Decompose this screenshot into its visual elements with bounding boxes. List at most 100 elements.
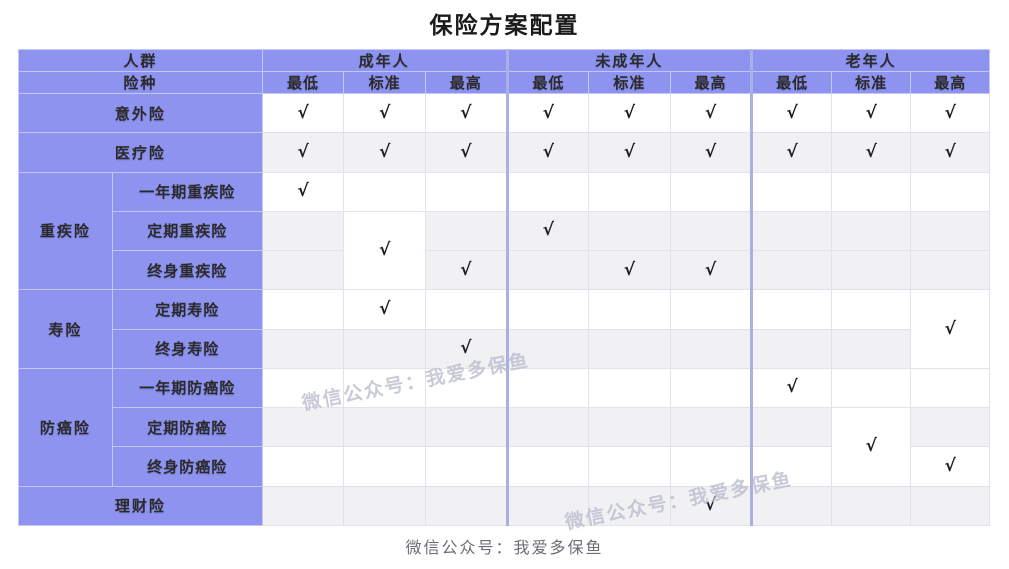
cell-r6-c7	[830, 328, 912, 369]
row-label-10: 理财险	[18, 485, 263, 527]
cell-r2-c3	[505, 171, 590, 212]
row-label-4: 终身重疾险	[111, 250, 263, 291]
cell-r2-c7	[830, 171, 912, 212]
row-label-0: 意外险	[18, 92, 263, 134]
table-row: 寿险 定期寿险 √ √	[18, 289, 990, 369]
cell-r6-c0	[261, 328, 345, 369]
cell-r8-c3	[505, 407, 590, 448]
header-minor-min: 最低	[505, 71, 590, 94]
cell-r7-c1	[343, 367, 426, 409]
cell-r9-c0	[261, 446, 345, 487]
check-icon: √	[944, 456, 956, 477]
cell-r5-c5	[669, 289, 753, 330]
cell-r3-c5	[669, 210, 753, 252]
cell-r5-c7	[830, 289, 912, 330]
cell-r8-c6	[750, 407, 832, 448]
check-icon: √	[460, 102, 472, 123]
page-title: 保险方案配置	[429, 12, 580, 38]
check-icon: √	[542, 102, 555, 123]
check-icon: √	[297, 141, 309, 162]
cell-r2-c5	[669, 171, 753, 212]
cell-r5-c2	[424, 289, 508, 330]
cell-r8-c7: √	[830, 407, 912, 487]
cell-r10-c7	[830, 485, 912, 527]
insurance-plan-table-container: 人群 成年人 未成年人 老年人 险种 最低 标准 最高 最低 标准 最高 最低 …	[18, 49, 990, 534]
cell-r4-c4: √	[588, 250, 671, 291]
cell-r6-c4	[588, 328, 671, 369]
cell-r2-c4	[588, 171, 671, 212]
cell-r8-c1	[343, 407, 426, 448]
table-row: 理财险 √	[18, 485, 990, 527]
header-corner-people: 人群	[18, 49, 263, 72]
row-label-6: 终身寿险	[111, 328, 263, 369]
check-icon: √	[623, 141, 636, 162]
cell-r7-c2	[424, 367, 508, 409]
cell-r0-c6: √	[750, 92, 832, 134]
cell-r5-c8: √	[910, 289, 990, 369]
cell-r0-c7: √	[830, 92, 912, 134]
header-group-adult: 成年人	[261, 49, 508, 72]
header-adult-max: 最高	[424, 71, 508, 94]
check-icon: √	[786, 141, 798, 162]
row-label-1: 医疗险	[18, 132, 263, 173]
table-row: 定期重疾险 √ √	[19, 210, 990, 291]
cell-r10-c8	[910, 485, 990, 527]
cell-r3-c3: √	[505, 210, 590, 252]
cell-r1-c0: √	[261, 132, 345, 173]
cell-r10-c4	[588, 485, 671, 527]
table-header-row-groups: 人群 成年人 未成年人 老年人	[18, 49, 990, 72]
check-icon: √	[542, 141, 555, 162]
cell-r1-c1: √	[343, 132, 426, 173]
cell-r10-c0	[261, 485, 345, 527]
cell-r8-c8	[910, 407, 990, 448]
cell-r4-c7	[830, 250, 912, 291]
cell-r0-c1: √	[343, 92, 426, 134]
check-icon: √	[865, 141, 877, 162]
cell-r5-c1: √	[343, 289, 426, 330]
cell-r5-c3	[505, 289, 590, 330]
check-icon: √	[786, 377, 798, 398]
table-body: 意外险 √ √ √ √ √ √ √ √ √ 医疗险 √ √ √ √ √ √ √ √ √ 重疾险 一年期重疾险 √ 定期重疾险 √…	[18, 92, 990, 527]
cell-r4-c2: √	[424, 250, 508, 291]
cell-r1-c7: √	[830, 132, 912, 173]
cell-r10-c5: √	[669, 485, 753, 527]
cell-r2-c6	[750, 171, 832, 212]
cell-r10-c3	[505, 485, 590, 527]
check-icon: √	[944, 318, 956, 339]
check-icon: √	[297, 102, 309, 123]
cell-r3-c0	[261, 210, 345, 252]
check-icon: √	[460, 259, 472, 280]
cell-r4-c0	[261, 250, 345, 291]
cell-r7-c7	[830, 367, 912, 409]
cell-r9-c4	[588, 446, 671, 487]
cell-r0-c0: √	[261, 92, 345, 134]
cell-r10-c6	[750, 485, 832, 527]
row-group-label-7: 防癌险	[18, 367, 113, 487]
row-label-9: 终身防癌险	[111, 446, 263, 487]
row-group-label-2: 重疾险	[18, 171, 113, 291]
check-icon: √	[378, 298, 391, 319]
cell-r4-c3	[505, 250, 590, 291]
cell-r9-c2	[424, 446, 508, 487]
cell-r0-c2: √	[424, 92, 508, 134]
check-icon: √	[623, 102, 636, 123]
check-icon: √	[704, 102, 717, 123]
check-icon: √	[542, 220, 555, 241]
cell-r8-c0	[261, 407, 345, 448]
header-corner-insurance-type: 险种	[18, 71, 263, 94]
cell-r0-c8: √	[910, 92, 990, 134]
header-senior-min: 最低	[750, 71, 832, 94]
check-icon: √	[944, 141, 956, 162]
header-group-senior: 老年人	[750, 49, 990, 72]
cell-r1-c8: √	[910, 132, 990, 173]
header-senior-std: 标准	[830, 71, 912, 94]
check-icon: √	[460, 141, 472, 162]
header-minor-std: 标准	[588, 71, 671, 94]
cell-r6-c6	[750, 328, 832, 369]
cell-r3-c6	[750, 210, 832, 252]
cell-r9-c5	[669, 446, 753, 487]
cell-r0-c4: √	[588, 92, 671, 134]
cell-r8-c5	[669, 407, 753, 448]
cell-r9-c6	[750, 446, 832, 487]
check-icon: √	[378, 102, 391, 123]
